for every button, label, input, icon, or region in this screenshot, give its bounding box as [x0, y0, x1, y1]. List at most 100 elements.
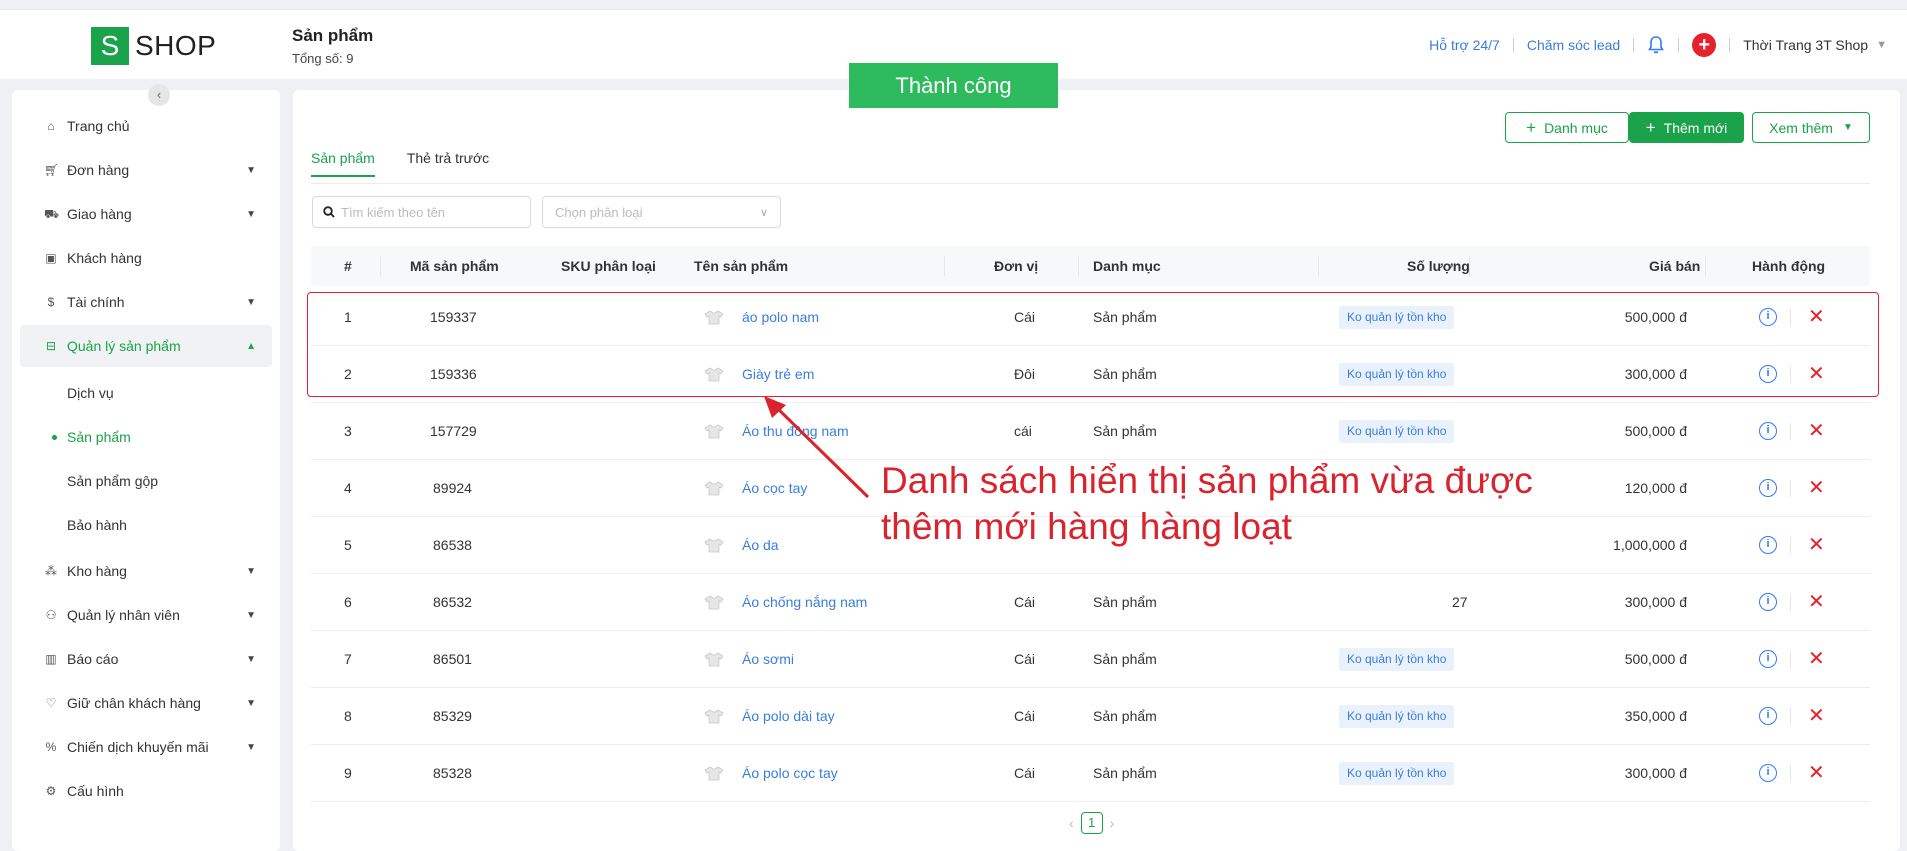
header-actions: Hỗ trợ 24/7 Chăm sóc lead + Thời Trang 3… — [1429, 32, 1887, 58]
row-unit: Cái — [1014, 708, 1036, 724]
col-product-name: Tên sản phẩm — [694, 258, 789, 274]
chevron-down-icon: ▼ — [246, 164, 256, 176]
truck-icon: ⛟ — [44, 207, 60, 221]
category-button-label: Danh mục — [1544, 119, 1608, 136]
col-product-code: Mã sản phẩm — [410, 258, 499, 274]
delete-icon[interactable]: ✕ — [1808, 648, 1825, 670]
row-product-name[interactable]: Áo da — [742, 517, 779, 574]
table-row[interactable]: 3 157729 Áo thu đông nam cái Sản phẩm Ko quản… — [311, 403, 1870, 460]
action-divider — [1790, 708, 1791, 725]
collapse-sidebar-button[interactable]: ‹ — [148, 84, 170, 106]
row-index: 3 — [344, 423, 352, 439]
warehouse-icon: ⁂ — [45, 564, 57, 578]
sidebar-item-home[interactable]: ⌂ Trang chủ — [20, 105, 272, 147]
delete-icon[interactable]: ✕ — [1808, 591, 1825, 613]
info-icon[interactable]: i — [1759, 422, 1777, 440]
more-button[interactable]: Xem thêm ▼ — [1752, 112, 1870, 143]
chart-icon: ▥ — [45, 652, 57, 666]
delete-icon[interactable]: ✕ — [1808, 705, 1825, 727]
product-tabs: Sản phẩm Thẻ trả trước — [311, 150, 521, 177]
sidebar-subitem-services[interactable]: Dịch vụ — [20, 373, 272, 413]
category-button[interactable]: + Danh mục — [1505, 112, 1629, 143]
success-toast: Thành công — [849, 63, 1058, 108]
chevron-down-icon: ▼ — [246, 565, 256, 577]
sidebar-subitem-label: Sản phẩm — [67, 429, 131, 445]
action-divider — [1790, 480, 1791, 497]
sidebar-subitem-bundles[interactable]: Sản phẩm gộp — [20, 461, 272, 501]
sidebar-item-label: Đơn hàng — [67, 162, 130, 178]
row-category: Sản phẩm — [1093, 765, 1157, 781]
shop-logo[interactable]: S SHOP — [91, 27, 216, 65]
sidebar-item-shipping[interactable]: ⛟ Giao hàng ▼ — [20, 193, 272, 235]
table-row[interactable]: 7 86501 Áo sơmi Cái Sản phẩm Ko quản lý tồn k… — [311, 631, 1870, 688]
sidebar-item-orders[interactable]: 🛒︎ Đơn hàng ▼ — [20, 149, 272, 191]
sidebar-item-finance[interactable]: $ Tài chính ▼ — [20, 281, 272, 323]
table-row[interactable]: 6 86532 Áo chống nắng nam Cái Sản phẩm 27 300,… — [311, 574, 1870, 631]
sidebar-subitem-products[interactable]: Sản phẩm — [20, 417, 272, 457]
col-divider — [1705, 256, 1706, 276]
col-divider — [1469, 256, 1470, 276]
product-thumbnail-icon — [702, 709, 726, 724]
row-unit: cái — [1014, 423, 1032, 439]
add-new-button[interactable]: + Thêm mới — [1629, 112, 1744, 143]
chevron-down-icon: ▼ — [246, 741, 256, 753]
table-row[interactable]: 8 85329 Áo polo dài tay Cái Sản phẩm Ko quản … — [311, 688, 1870, 745]
prev-page-icon[interactable]: ‹ — [1069, 815, 1074, 831]
info-icon[interactable]: i — [1759, 650, 1777, 668]
search-input[interactable] — [341, 204, 521, 220]
sidebar-item-warehouse[interactable]: ⁂ Kho hàng ▼ — [20, 550, 272, 592]
shop-name[interactable]: Thời Trang 3T Shop — [1743, 37, 1868, 53]
sidebar-item-settings[interactable]: ⚙ Cấu hình — [20, 770, 272, 812]
sidebar-subitem-label: Sản phẩm gộp — [67, 473, 159, 489]
col-price: Giá bán — [1649, 258, 1701, 274]
tab-products[interactable]: Sản phẩm — [311, 150, 375, 177]
product-thumbnail-icon — [702, 766, 726, 781]
sidebar-item-staff[interactable]: ⚇ Quản lý nhân viên ▼ — [20, 594, 272, 636]
page-current[interactable]: 1 — [1080, 812, 1103, 834]
action-divider — [1790, 537, 1791, 554]
quick-add-icon[interactable]: + — [1692, 33, 1717, 57]
row-price: 120,000 đ — [1624, 480, 1687, 496]
info-icon[interactable]: i — [1759, 479, 1777, 497]
table-row[interactable]: 9 85328 Áo polo cọc tay Cái Sản phẩm Ko quản … — [311, 745, 1870, 802]
chevron-down-icon[interactable]: ▼ — [1876, 39, 1887, 51]
sidebar-item-label: Khách hàng — [67, 250, 142, 266]
next-page-icon[interactable]: › — [1110, 815, 1115, 831]
delete-icon[interactable]: ✕ — [1808, 534, 1825, 556]
support-link[interactable]: Hỗ trợ 24/7 — [1429, 37, 1500, 53]
caret-down-icon: ▼ — [1842, 122, 1853, 133]
chevron-down-icon: ▼ — [246, 296, 256, 308]
bell-icon[interactable] — [1647, 35, 1665, 55]
sidebar-item-retention[interactable]: ♡ Giữ chân khách hàng ▼ — [20, 682, 272, 724]
category-select[interactable]: Chọn phân loại ∨ — [542, 196, 781, 228]
row-quantity: 27 — [1452, 594, 1468, 610]
delete-icon[interactable]: ✕ — [1808, 420, 1825, 442]
row-index: 6 — [344, 594, 352, 610]
delete-icon[interactable]: ✕ — [1808, 477, 1825, 499]
row-product-name[interactable]: Áo sơmi — [742, 631, 794, 688]
row-product-name[interactable]: Áo chống nắng nam — [742, 574, 867, 631]
home-icon: ⌂ — [47, 119, 55, 133]
info-icon[interactable]: i — [1759, 536, 1777, 554]
sidebar-item-reports[interactable]: ▥ Báo cáo ▼ — [20, 638, 272, 680]
stock-status-badge: Ko quản lý tồn kho — [1339, 420, 1455, 443]
row-product-name[interactable]: Áo polo dài tay — [742, 688, 835, 745]
sidebar-item-customers[interactable]: ▣ Khách hàng — [20, 237, 272, 279]
sidebar-item-promotions[interactable]: % Chiến dịch khuyến mãi ▼ — [20, 726, 272, 768]
info-icon[interactable]: i — [1759, 707, 1777, 725]
info-icon[interactable]: i — [1759, 593, 1777, 611]
sidebar-item-product-management[interactable]: ⊟ Quản lý sản phẩm ▲ — [20, 325, 272, 367]
row-index: 5 — [344, 537, 352, 553]
tab-prepaid-cards[interactable]: Thẻ trả trước — [407, 150, 489, 177]
header-divider — [1678, 38, 1680, 52]
row-product-code: 85329 — [433, 708, 472, 724]
sidebar-subitem-warranty[interactable]: Bảo hành — [20, 505, 272, 545]
info-icon[interactable]: i — [1759, 764, 1777, 782]
sidebar-item-label: Quản lý sản phẩm — [67, 338, 181, 354]
search-box[interactable] — [312, 196, 531, 228]
row-product-name[interactable]: Áo polo cọc tay — [742, 745, 838, 802]
lead-care-link[interactable]: Chăm sóc lead — [1527, 37, 1620, 53]
sidebar-subitem-label: Dịch vụ — [67, 385, 114, 401]
search-icon — [323, 206, 335, 218]
delete-icon[interactable]: ✕ — [1808, 762, 1825, 784]
